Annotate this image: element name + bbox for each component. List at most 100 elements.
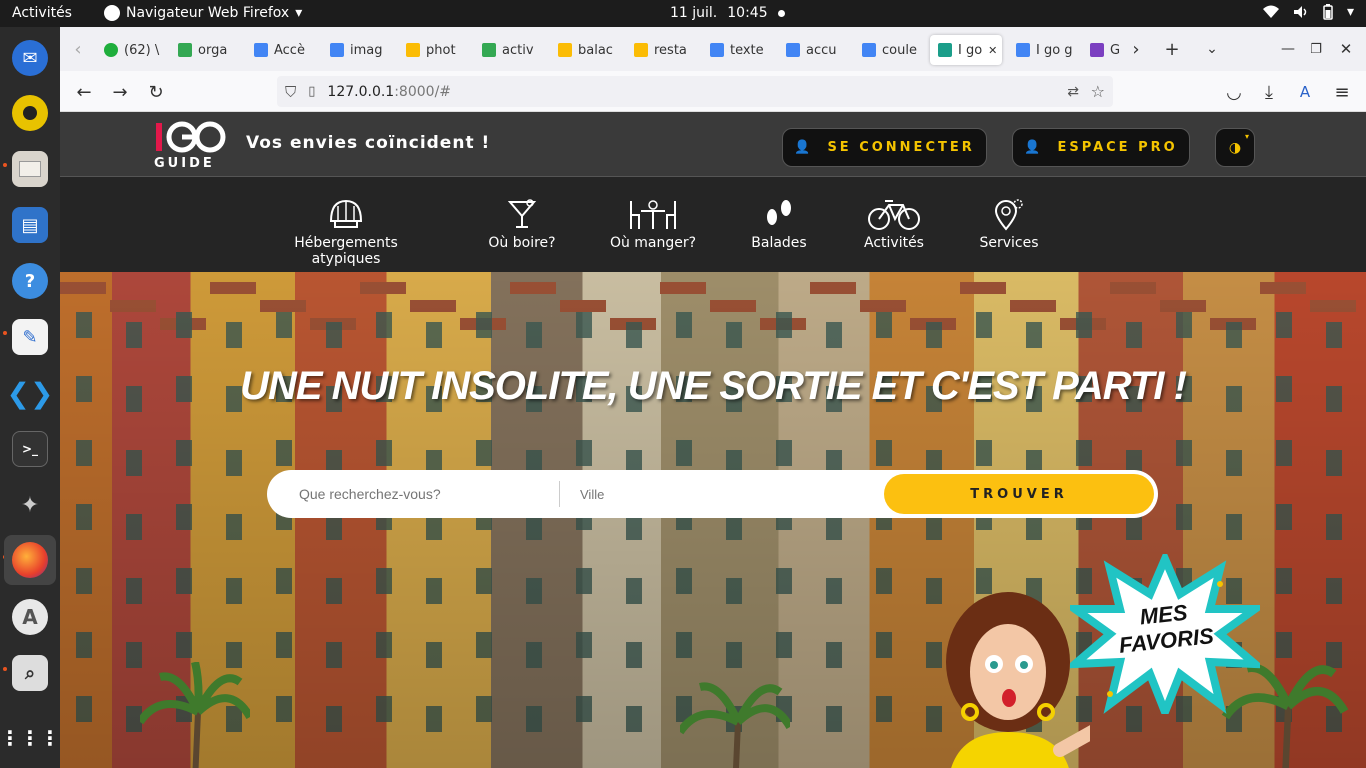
pro-space-button[interactable]: 👤 ESPACE PRO <box>1012 128 1190 167</box>
browser-tab[interactable]: Accè <box>246 35 314 65</box>
maximize-icon[interactable]: ❐ <box>1304 37 1328 61</box>
show-apps-icon[interactable]: ⋮⋮⋮ <box>0 720 60 756</box>
browser-tab[interactable]: phot <box>398 35 466 65</box>
browser-tab[interactable]: coule <box>854 35 922 65</box>
firefox-icon[interactable] <box>12 542 48 578</box>
browser-tab[interactable]: resta <box>626 35 694 65</box>
url-path: :8000/# <box>394 83 452 100</box>
footprints-icon <box>767 200 791 225</box>
category-label: Services <box>979 235 1039 251</box>
browser-tab[interactable]: orga <box>170 35 238 65</box>
login-button-label: SE CONNECTER <box>827 140 975 155</box>
find-button[interactable]: TROUVER <box>884 474 1154 514</box>
reload-icon[interactable]: ↻ <box>144 80 168 104</box>
browser-tab[interactable]: I go g <box>1008 35 1074 65</box>
tab-favicon-icon <box>1016 43 1030 57</box>
help-icon[interactable]: ? <box>12 263 48 299</box>
tab-label: phot <box>426 42 456 58</box>
pro-space-button-label: ESPACE PRO <box>1057 140 1178 155</box>
site-header: GUIDE Vos envies coïncident ! 👤 SE CONNEC… <box>60 112 1366 177</box>
vscode-icon[interactable]: ❮❯ <box>7 375 54 411</box>
system-tray[interactable]: ▾ <box>1262 4 1354 20</box>
category-activities[interactable]: Activités <box>862 197 926 251</box>
tab-label: orga <box>198 42 228 58</box>
screenshot-icon[interactable]: ⌕ <box>12 655 48 691</box>
text-editor-icon[interactable]: ✎ <box>12 319 48 355</box>
browser-tab[interactable]: activ <box>474 35 542 65</box>
close-window-icon[interactable]: ✕ <box>1334 37 1358 61</box>
igo-guide-logo[interactable]: GUIDE <box>154 119 230 171</box>
tab-label: coule <box>882 42 917 58</box>
browser-tab[interactable]: I go ✕ <box>930 35 1002 65</box>
browser-tab[interactable]: accu <box>778 35 846 65</box>
login-button[interactable]: 👤 SE CONNECTER <box>782 128 987 167</box>
globe-icon: ◑ <box>1228 139 1242 156</box>
language-selector[interactable]: ◑ ▾ <box>1215 128 1255 167</box>
browser-tab[interactable]: G <box>1082 35 1122 65</box>
minimize-icon[interactable]: — <box>1276 37 1300 61</box>
category-label: Activités <box>864 235 924 251</box>
category-food[interactable]: Où manger? <box>606 197 700 251</box>
hero-banner: UNE NUIT INSOLITE, UNE SORTIE ET C'EST P… <box>60 272 1366 768</box>
pocket-icon[interactable]: ◡ <box>1222 80 1246 104</box>
rhythmbox-icon[interactable] <box>12 95 48 131</box>
clock-date: 11 juil. <box>670 5 718 21</box>
category-label: Où manger? <box>609 235 697 251</box>
tab-label: (62) \ <box>124 42 160 58</box>
bookmark-star-icon[interactable]: ☆ <box>1091 82 1105 101</box>
browser-tab[interactable]: balac <box>550 35 618 65</box>
url-bar[interactable]: ⛉ ▯ 127.0.0.1:8000/# ⇄ ☆ <box>277 76 1113 107</box>
app-menu-label: Navigateur Web Firefox <box>126 5 290 21</box>
close-tab-icon[interactable]: ✕ <box>988 44 997 57</box>
cocktail-icon <box>507 199 537 228</box>
list-tabs-icon[interactable]: ⌄ <box>1200 37 1224 61</box>
category-accommodation[interactable]: Hébergements atypiques <box>260 197 432 267</box>
category-services[interactable]: Services <box>976 197 1042 251</box>
tab-favicon-icon <box>330 43 344 57</box>
gimp-icon[interactable]: ✦ <box>12 487 48 523</box>
back-icon[interactable]: ← <box>72 80 96 104</box>
tent-icon <box>329 199 363 228</box>
category-drinks[interactable]: Où boire? <box>480 197 564 251</box>
table-icon <box>630 200 676 229</box>
city-input[interactable] <box>580 479 840 509</box>
tab-scroll-right-icon[interactable]: › <box>1124 37 1148 61</box>
activities-button[interactable]: Activités <box>12 5 72 21</box>
category-nav: Hébergements atypiques Où boire? Où mang… <box>60 177 1366 272</box>
files-icon[interactable] <box>12 151 48 187</box>
menu-icon[interactable]: ≡ <box>1330 80 1354 104</box>
clock[interactable]: 11 juil. 10:45 <box>670 5 785 21</box>
software-center-icon[interactable]: A <box>12 599 48 635</box>
category-walks[interactable]: Balades <box>746 197 812 251</box>
forward-icon[interactable]: → <box>108 80 132 104</box>
writer-icon[interactable]: ▤ <box>12 207 48 243</box>
tab-favicon-icon <box>406 43 420 57</box>
battery-icon <box>1323 4 1333 20</box>
downloads-icon[interactable]: ⤓ <box>1257 80 1281 104</box>
tab-label: texte <box>730 42 764 58</box>
thunderbird-icon[interactable]: ✉ <box>12 40 48 76</box>
firefox-icon <box>104 5 120 21</box>
translate-icon[interactable]: ⇄ <box>1067 84 1079 100</box>
tab-favicon-icon <box>482 43 496 57</box>
shield-icon[interactable]: ⛉ <box>285 83 296 101</box>
browser-tab[interactable]: texte <box>702 35 770 65</box>
browser-tab[interactable]: imag <box>322 35 390 65</box>
favorites-badge[interactable]: MES FAVORIS <box>1062 548 1268 723</box>
translate-extension-icon[interactable]: A <box>1293 80 1317 104</box>
search-bar: TROUVER <box>267 470 1158 518</box>
tab-scroll-left-icon[interactable]: ‹ <box>66 37 90 61</box>
system-top-bar: Activités Navigateur Web Firefox ▾ 11 ju… <box>0 0 1366 27</box>
website-viewport: GUIDE Vos envies coïncident ! 👤 SE CONNEC… <box>60 112 1366 768</box>
browser-tab[interactable]: (62) \ <box>96 35 162 65</box>
tab-label: accu <box>806 42 837 58</box>
terminal-icon[interactable]: >_ <box>12 431 48 467</box>
category-label: Hébergements atypiques <box>294 235 398 267</box>
tab-favicon-icon <box>938 43 952 57</box>
tab-favicon-icon <box>786 43 800 57</box>
app-menu[interactable]: Navigateur Web Firefox ▾ <box>104 5 302 21</box>
new-tab-icon[interactable]: + <box>1160 37 1184 61</box>
search-input[interactable] <box>299 479 559 509</box>
tab-favicon-icon <box>634 43 648 57</box>
chevron-down-icon: ▾ <box>295 5 303 21</box>
